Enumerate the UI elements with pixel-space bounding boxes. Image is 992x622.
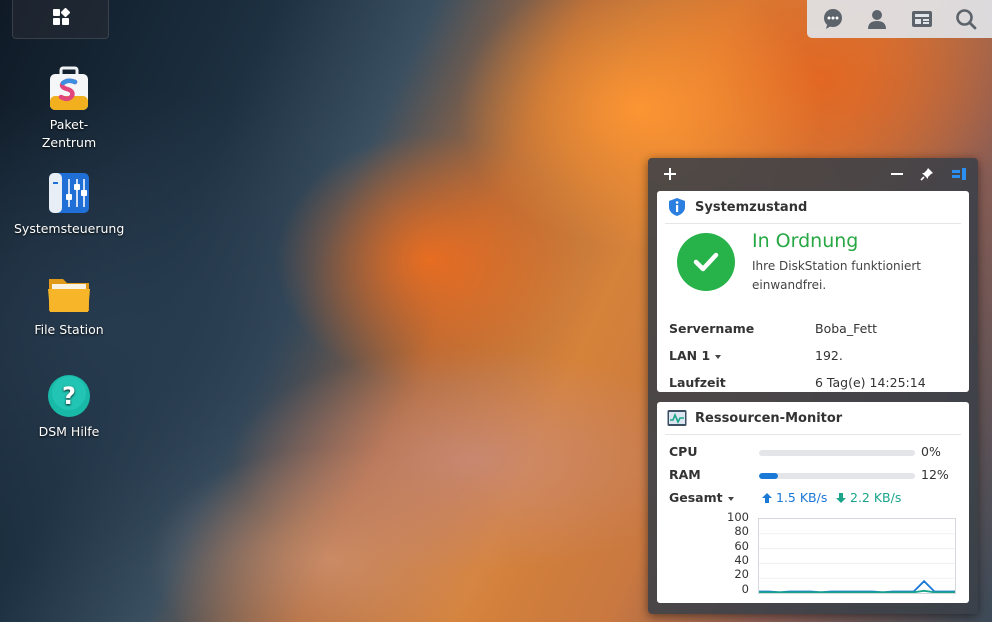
- network-label: Gesamt: [669, 490, 723, 505]
- row-key: Laufzeit: [669, 375, 726, 390]
- desktop-icon-dsm-help[interactable]: ? DSM Hilfe: [14, 373, 124, 441]
- info-row-uptime: Laufzeit 6 Tag(e) 14:25:14: [657, 370, 969, 397]
- network-dropdown[interactable]: Gesamt: [669, 490, 734, 505]
- status-summary: In Ordnung Ihre DiskStation funktioniert…: [657, 224, 969, 316]
- lan-dropdown[interactable]: LAN 1: [669, 348, 722, 363]
- info-row-servername: Servername Boba_Fett: [657, 316, 969, 343]
- folder-icon: [46, 271, 92, 317]
- desktop-icon-package-center[interactable]: Paket- Zentrum: [14, 66, 124, 152]
- help-icon: ?: [46, 373, 92, 419]
- y-tick-label: 20: [734, 567, 749, 581]
- cpu-row: CPU 0%: [657, 441, 969, 464]
- desktop-icon-label: File Station: [34, 322, 104, 337]
- ram-usage-bar: [759, 473, 915, 479]
- widget-header: Systemzustand: [657, 191, 969, 223]
- upload-value: 1.5 KB/s: [776, 490, 828, 505]
- package-center-icon: [46, 66, 92, 112]
- svg-text:?: ?: [62, 382, 76, 410]
- desktop-icon-label: Paket- Zentrum: [41, 117, 97, 150]
- info-row-lan: LAN 1 192.: [657, 343, 969, 370]
- resource-monitor-widget: Ressourcen-Monitor CPU 0% RAM 12% Gesamt…: [657, 402, 969, 603]
- widgets-icon[interactable]: [910, 7, 934, 31]
- y-tick-label: 80: [734, 524, 749, 538]
- widget-header: Ressourcen-Monitor: [657, 402, 969, 434]
- ram-value: 12%: [921, 467, 949, 482]
- network-chart: [758, 518, 956, 594]
- monitor-icon: [667, 408, 687, 428]
- y-tick-label: 40: [734, 553, 749, 567]
- desktop-icon-label: DSM Hilfe: [38, 424, 100, 439]
- ram-usage-fill: [759, 473, 778, 479]
- chevron-down-icon: [727, 496, 734, 501]
- download-value: 2.2 KB/s: [850, 490, 902, 505]
- cpu-label: CPU: [669, 444, 698, 459]
- y-tick-label: 0: [741, 582, 749, 596]
- cpu-usage-bar: [759, 450, 915, 456]
- desktop-icon-label: Systemsteuerung: [14, 221, 125, 236]
- status-title: In Ordnung: [752, 230, 859, 252]
- main-menu-button[interactable]: [12, 0, 109, 39]
- download-rate: 2.2 KB/s: [835, 490, 901, 505]
- panel-layout-icon[interactable]: [950, 165, 968, 183]
- checkmark-icon: [677, 233, 735, 291]
- chevron-down-icon: [715, 354, 722, 359]
- user-icon[interactable]: [865, 7, 889, 31]
- status-description: Ihre DiskStation funktioniert einwandfre…: [752, 259, 921, 292]
- ram-row: RAM 12%: [657, 464, 969, 487]
- chat-icon[interactable]: [821, 7, 845, 31]
- widget-title: Ressourcen-Monitor: [695, 410, 843, 426]
- pin-icon[interactable]: [918, 165, 936, 183]
- search-icon[interactable]: [954, 7, 978, 31]
- cpu-value: 0%: [921, 444, 941, 459]
- download-arrow-icon: [836, 492, 846, 503]
- minus-icon[interactable]: [888, 165, 906, 183]
- control-panel-icon: [46, 170, 92, 216]
- plus-icon[interactable]: [661, 165, 679, 183]
- widget-panel-toolbar: [648, 158, 978, 190]
- info-icon: [667, 197, 687, 217]
- desktop-icon-file-station[interactable]: File Station: [14, 271, 124, 339]
- upload-arrow-icon: [762, 492, 772, 503]
- network-chart-svg: [759, 533, 955, 594]
- row-key: Servername: [669, 321, 755, 336]
- system-tray: [807, 0, 992, 38]
- row-key: LAN 1: [669, 348, 711, 363]
- row-value: 6 Tag(e) 14:25:14: [815, 375, 926, 390]
- row-value: 192.: [815, 348, 843, 363]
- grid-icon: [51, 7, 71, 31]
- upload-rate: 1.5 KB/s: [761, 490, 827, 505]
- y-tick-label: 100: [727, 510, 749, 524]
- ram-label: RAM: [669, 467, 701, 482]
- desktop-icon-control-panel[interactable]: Systemsteuerung: [14, 170, 124, 238]
- network-row: Gesamt 1.5 KB/s 2.2 KB/s: [657, 487, 969, 510]
- y-tick-label: 60: [734, 539, 749, 553]
- system-health-widget: Systemzustand In Ordnung Ihre DiskStatio…: [657, 191, 969, 392]
- widget-panel: Systemzustand In Ordnung Ihre DiskStatio…: [648, 158, 978, 614]
- row-value: Boba_Fett: [815, 321, 878, 336]
- widget-title: Systemzustand: [695, 199, 808, 215]
